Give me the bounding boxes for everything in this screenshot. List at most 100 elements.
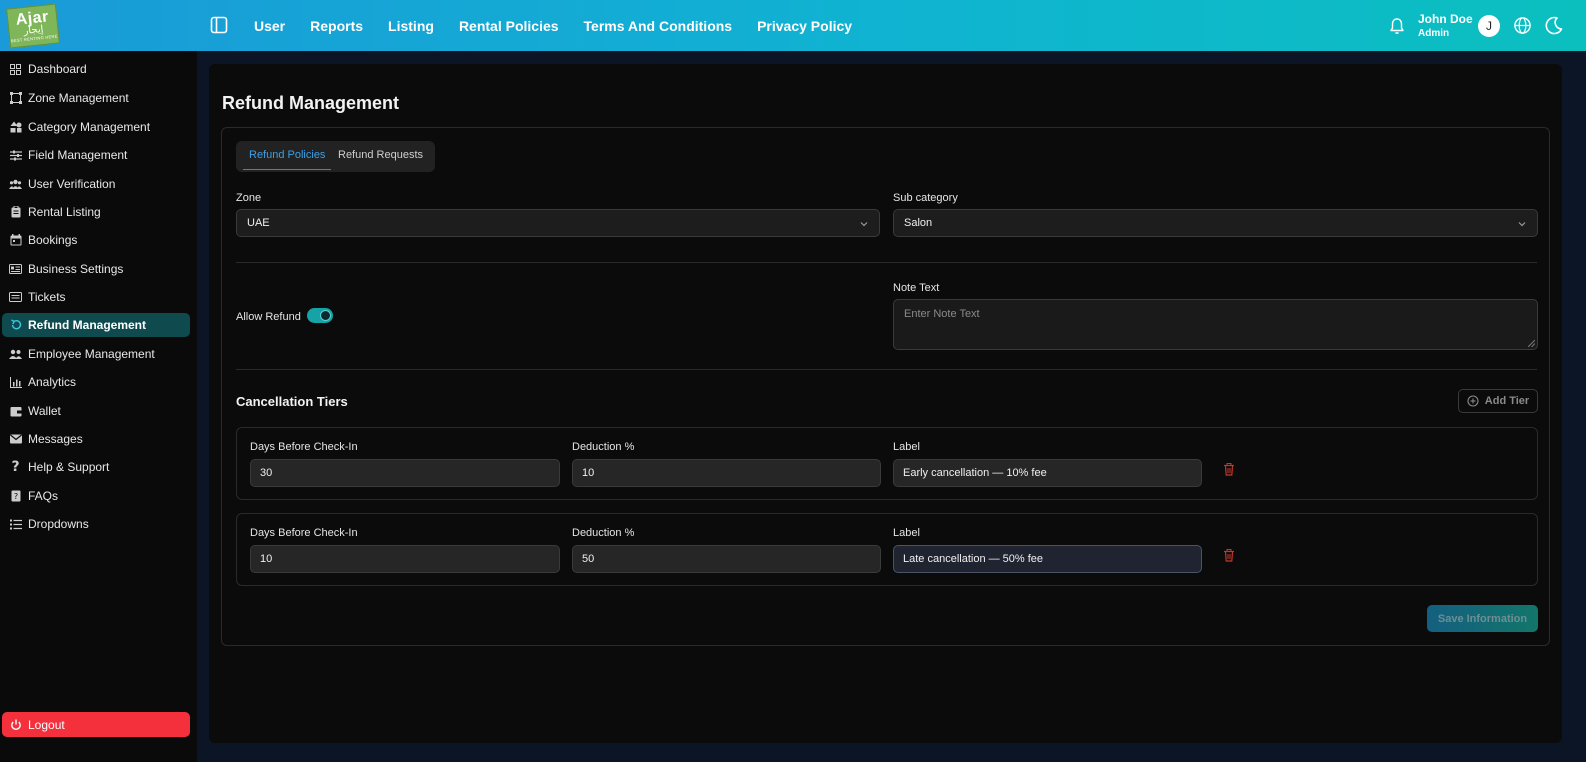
question-icon: ? bbox=[11, 459, 20, 475]
tier-label-input[interactable]: Early cancellation — 10% fee bbox=[893, 459, 1202, 487]
save-information-button[interactable]: Save Information bbox=[1427, 605, 1538, 632]
zone-select[interactable]: UAE bbox=[236, 209, 880, 237]
sidebar-item-label: User Verification bbox=[28, 177, 116, 191]
user-role: Admin bbox=[1418, 28, 1450, 39]
sidebar-item-bookings[interactable]: Bookings bbox=[2, 228, 190, 252]
brand-logo[interactable]: Ajar إيجار BEST RENTING HERE bbox=[6, 3, 60, 49]
sidebar-item-refund-management[interactable]: Refund Management bbox=[2, 313, 190, 337]
sidebar-item-analytics[interactable]: Analytics bbox=[2, 370, 190, 394]
tab-refund-policies[interactable]: Refund Policies bbox=[249, 149, 325, 161]
sidebar-item-label: Business Settings bbox=[28, 262, 124, 276]
tab-refund-requests[interactable]: Refund Requests bbox=[338, 149, 423, 161]
cancellation-tier: Days Before Check-In 10 Deduction % 50 L… bbox=[236, 513, 1538, 586]
list-icon bbox=[9, 518, 22, 531]
bell-icon[interactable] bbox=[1389, 17, 1405, 35]
sidebar-item-business-settings[interactable]: Business Settings bbox=[2, 257, 190, 281]
sidebar-item-field-management[interactable]: Field Management bbox=[2, 143, 190, 167]
sidebar-item-label: Analytics bbox=[28, 375, 77, 389]
page-title: Refund Management bbox=[222, 93, 400, 113]
deduction-label: Deduction % bbox=[572, 441, 635, 453]
refund-icon bbox=[9, 319, 22, 332]
sub-category-select[interactable]: Salon bbox=[893, 209, 1538, 237]
sidebar-item-label: Tickets bbox=[28, 290, 66, 304]
nav-rental-policies[interactable]: Rental Policies bbox=[459, 18, 559, 34]
note-text-input[interactable]: Enter Note Text bbox=[893, 299, 1538, 350]
power-icon bbox=[11, 719, 21, 730]
avatar[interactable]: J bbox=[1478, 15, 1500, 37]
days-input[interactable]: 30 bbox=[250, 459, 560, 487]
top-nav: User Reports Listing Rental Policies Ter… bbox=[254, 0, 877, 51]
sidebar-item-tickets[interactable]: Tickets bbox=[2, 285, 190, 309]
dashboard-icon bbox=[9, 63, 22, 76]
allow-refund-toggle[interactable] bbox=[307, 308, 333, 323]
resize-grip-icon[interactable] bbox=[1528, 340, 1535, 347]
ticket-icon bbox=[9, 291, 22, 304]
deduction-input[interactable]: 50 bbox=[572, 545, 881, 573]
chevron-down-icon bbox=[860, 222, 868, 227]
tier-label-input[interactable]: Late cancellation — 50% fee bbox=[893, 545, 1202, 573]
refund-policy-card: Refund Policies Refund Requests Zone UAE… bbox=[221, 127, 1550, 646]
days-input[interactable]: 10 bbox=[250, 545, 560, 573]
clipboard-icon bbox=[9, 206, 22, 219]
zone-icon bbox=[9, 92, 22, 105]
sidebar-item-label: Dashboard bbox=[28, 62, 87, 76]
sidebar-item-label: FAQs bbox=[28, 489, 59, 503]
top-bar: Ajar إيجار BEST RENTING HERE User Report… bbox=[0, 0, 1586, 51]
sidebar-item-rental-listing[interactable]: Rental Listing bbox=[2, 200, 190, 224]
sidebar-item-user-verification[interactable]: User Verification bbox=[2, 172, 190, 196]
sidebar-item-label: Dropdowns bbox=[28, 517, 89, 531]
allow-refund-label: Allow Refund bbox=[236, 311, 301, 323]
sidebar-item-label: Zone Management bbox=[28, 91, 129, 105]
days-label: Days Before Check-In bbox=[250, 527, 358, 539]
deduction-input[interactable]: 10 bbox=[572, 459, 881, 487]
sidebar-toggle-icon[interactable] bbox=[210, 16, 228, 34]
nav-terms-and-conditions[interactable]: Terms And Conditions bbox=[584, 18, 733, 34]
sub-category-label: Sub category bbox=[893, 192, 958, 204]
sidebar-item-messages[interactable]: Messages bbox=[2, 427, 190, 451]
sidebar-item-label: Rental Listing bbox=[28, 205, 101, 219]
sliders-icon bbox=[9, 149, 22, 162]
faq-icon: ? bbox=[9, 490, 22, 503]
sidebar-item-faqs[interactable]: ? FAQs bbox=[2, 484, 190, 508]
moon-icon[interactable] bbox=[1545, 16, 1563, 35]
cancellation-tier: Days Before Check-In 30 Deduction % 10 L… bbox=[236, 427, 1538, 500]
nav-reports[interactable]: Reports bbox=[310, 18, 363, 34]
wallet-icon bbox=[9, 405, 22, 418]
sub-category-value: Salon bbox=[904, 217, 933, 229]
nav-privacy-policy[interactable]: Privacy Policy bbox=[757, 18, 852, 34]
main-content: Refund Management Refund Policies Refund… bbox=[209, 64, 1562, 743]
toggle-knob bbox=[320, 310, 331, 321]
plus-circle-icon bbox=[1467, 395, 1479, 407]
logout-button[interactable]: Logout bbox=[2, 712, 190, 737]
globe-icon[interactable] bbox=[1513, 16, 1532, 35]
sidebar-item-label: Help & Support bbox=[28, 460, 110, 474]
tier-label-label: Label bbox=[893, 441, 920, 453]
sidebar-item-dropdowns[interactable]: Dropdowns bbox=[2, 512, 190, 536]
sidebar-item-dashboard[interactable]: Dashboard bbox=[2, 57, 190, 81]
sidebar-item-zone-management[interactable]: Zone Management bbox=[2, 86, 190, 110]
mail-icon bbox=[9, 433, 22, 446]
sidebar-item-employee-management[interactable]: Employee Management bbox=[2, 342, 190, 366]
sidebar-item-label: Field Management bbox=[28, 148, 128, 162]
tier-label-label: Label bbox=[893, 527, 920, 539]
sidebar-item-help-support[interactable]: ? Help & Support bbox=[2, 455, 190, 479]
category-icon bbox=[9, 121, 22, 134]
sidebar-item-label: Category Management bbox=[28, 120, 151, 134]
user-name: John Doe bbox=[1418, 12, 1473, 26]
tab-bar: Refund Policies Refund Requests bbox=[236, 141, 435, 172]
users-icon bbox=[9, 178, 22, 191]
trash-icon[interactable] bbox=[1223, 463, 1235, 476]
nav-listing[interactable]: Listing bbox=[388, 18, 434, 34]
logo-line3: BEST RENTING HERE bbox=[10, 33, 58, 44]
sidebar-item-wallet[interactable]: Wallet bbox=[2, 399, 190, 423]
cancellation-tiers-title: Cancellation Tiers bbox=[236, 394, 348, 409]
chevron-down-icon bbox=[1518, 222, 1526, 227]
days-label: Days Before Check-In bbox=[250, 441, 358, 453]
sidebar-item-label: Bookings bbox=[28, 233, 78, 247]
calendar-icon bbox=[9, 234, 22, 247]
add-tier-button[interactable]: Add Tier bbox=[1458, 389, 1538, 413]
nav-user[interactable]: User bbox=[254, 18, 285, 34]
sidebar-item-category-management[interactable]: Category Management bbox=[2, 115, 190, 139]
divider bbox=[236, 262, 1537, 263]
trash-icon[interactable] bbox=[1223, 549, 1235, 562]
